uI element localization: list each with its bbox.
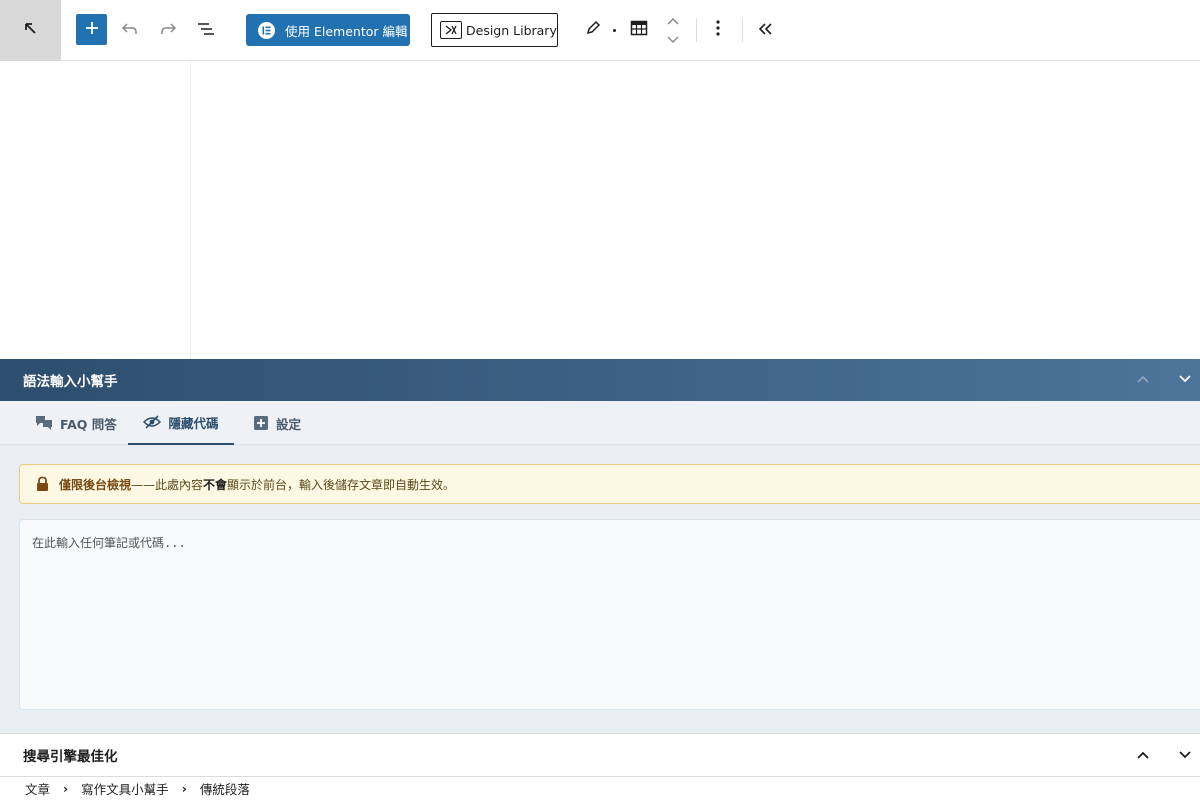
seo-metabox-header[interactable]: 搜尋引擎最佳化 xyxy=(0,733,1200,777)
notice-strong-prefix: 僅限後台檢視 xyxy=(59,477,132,492)
pencil-icon xyxy=(585,20,601,40)
tab-settings-label: 設定 xyxy=(276,416,302,432)
separator-dot xyxy=(613,29,616,32)
tab-hidden-code[interactable]: 隱藏代碼 xyxy=(128,401,234,445)
design-library-logo-icon xyxy=(440,21,462,39)
chevron-right-icon: › xyxy=(63,781,69,796)
plus-icon xyxy=(85,20,99,39)
chevron-down-icon xyxy=(1178,748,1192,764)
toolbar-divider xyxy=(742,18,743,42)
eye-slash-icon xyxy=(143,415,162,429)
toolbar-divider xyxy=(696,18,697,42)
editor-canvas[interactable] xyxy=(0,61,1200,359)
notice-strong-mid: 不會 xyxy=(203,477,228,492)
canvas-guide-line xyxy=(190,61,191,359)
elementor-logo-icon xyxy=(258,21,275,39)
seo-toggle-button[interactable] xyxy=(1164,734,1200,778)
seo-move-up-button[interactable] xyxy=(1122,734,1164,778)
document-overview-button[interactable] xyxy=(190,14,222,46)
metabox-tabs: FAQ 問答 隱藏代碼 設定 xyxy=(0,401,1200,445)
breadcrumb-item[interactable]: 文章 xyxy=(25,779,50,798)
design-library-label: Design Library xyxy=(466,22,557,38)
chevron-down-icon[interactable] xyxy=(666,30,680,49)
lock-icon xyxy=(36,476,49,492)
more-options-button[interactable] xyxy=(702,14,734,46)
notice-text-before: ——此處內容 xyxy=(131,477,204,492)
redo-button[interactable] xyxy=(152,14,184,46)
tab-settings[interactable]: 設定 xyxy=(253,401,313,445)
add-block-button[interactable] xyxy=(76,14,107,45)
design-library-button[interactable]: Design Library xyxy=(431,13,558,47)
metabox-title: 語法輸入小幫手 xyxy=(23,374,118,390)
table-icon xyxy=(630,20,648,40)
move-block-control[interactable] xyxy=(657,12,689,48)
back-button[interactable] xyxy=(0,0,61,61)
tools-button[interactable] xyxy=(577,14,609,46)
hidden-code-panel: 僅限後台檢視 ——此處內容 不會 顯示於前台，輸入後儲存文章即自動生效。 在此輸… xyxy=(0,445,1200,733)
metabox-move-up-button[interactable] xyxy=(1122,359,1164,401)
notice-text-after: 顯示於前台，輸入後儲存文章即自動生效。 xyxy=(227,477,456,492)
chevron-up-icon xyxy=(1136,748,1150,764)
metabox-toggle-button[interactable] xyxy=(1164,359,1200,401)
more-vertical-icon xyxy=(716,20,720,40)
chevron-down-icon xyxy=(1178,372,1192,388)
document-overview-icon xyxy=(197,21,215,40)
redo-icon xyxy=(159,21,177,40)
elementor-button-label: 使用 Elementor 編輯 xyxy=(285,23,408,39)
chevron-up-icon xyxy=(1136,372,1150,388)
syntax-helper-metabox-header[interactable]: 語法輸入小幫手 xyxy=(0,359,1200,401)
block-breadcrumb: 文章 › 寫作文具小幫手 › 傳統段落 xyxy=(0,777,1200,800)
undo-button[interactable] xyxy=(114,14,146,46)
tab-faq-label: FAQ 問答 xyxy=(60,416,117,432)
breadcrumb-item[interactable]: 傳統段落 xyxy=(200,779,250,798)
tab-faq[interactable]: FAQ 問答 xyxy=(35,401,120,445)
collapse-toolbar-button[interactable] xyxy=(749,14,781,46)
chat-bubbles-icon xyxy=(35,415,53,431)
hidden-code-textarea[interactable]: 在此輸入任何筆記或代碼... xyxy=(19,519,1200,710)
breadcrumb-item[interactable]: 寫作文具小幫手 xyxy=(81,779,169,798)
chevrons-left-icon xyxy=(757,21,773,40)
chevron-right-icon: › xyxy=(181,781,187,796)
code-placeholder: 在此輸入任何筆記或代碼... xyxy=(32,536,186,550)
settings-plus-icon xyxy=(253,415,269,431)
seo-title: 搜尋引擎最佳化 xyxy=(23,749,118,765)
table-block-button[interactable] xyxy=(623,14,655,46)
undo-icon xyxy=(121,21,139,40)
backend-only-notice: 僅限後台檢視 ——此處內容 不會 顯示於前台，輸入後儲存文章即自動生效。 xyxy=(19,464,1200,504)
chevron-up-icon[interactable] xyxy=(666,11,680,30)
tab-hidden-code-label: 隱藏代碼 xyxy=(168,415,219,431)
edit-with-elementor-button[interactable]: 使用 Elementor 編輯 xyxy=(246,14,410,46)
arrow-up-left-icon xyxy=(23,21,39,41)
editor-toolbar: 使用 Elementor 編輯 Design Library xyxy=(0,0,1200,61)
